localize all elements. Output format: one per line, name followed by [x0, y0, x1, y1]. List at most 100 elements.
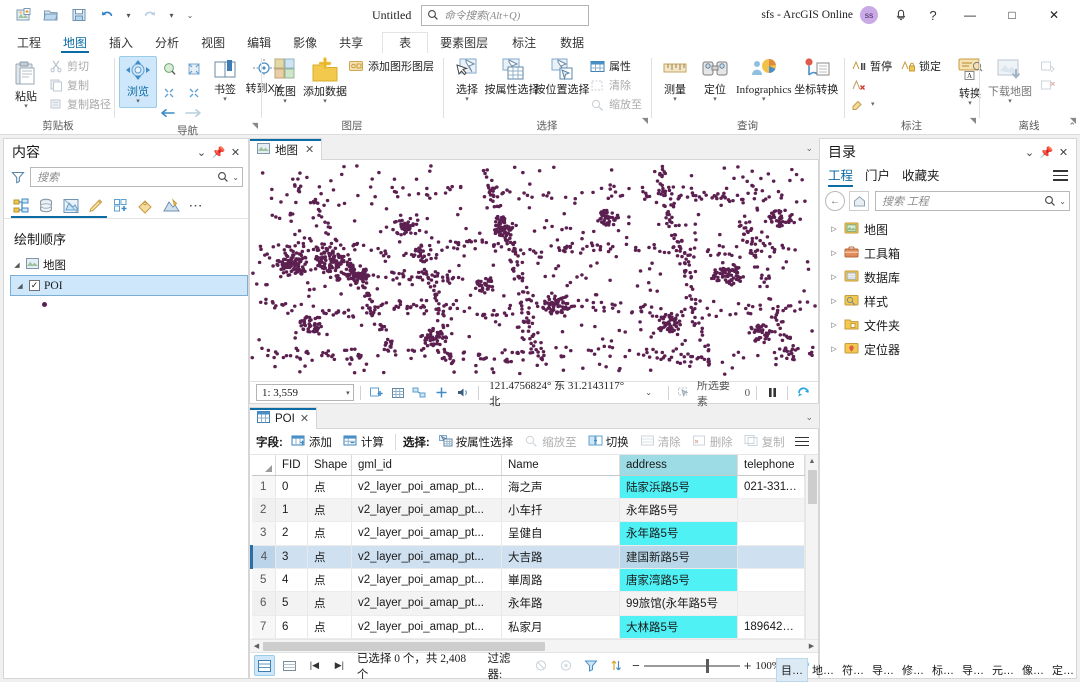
redo-dropdown-icon[interactable]: ▾: [165, 3, 178, 27]
expander-icon[interactable]: ▷: [829, 249, 839, 257]
cell-fid[interactable]: 2: [275, 521, 308, 546]
open-project-button[interactable]: [38, 3, 64, 27]
cell-address[interactable]: 大林路5号: [619, 615, 738, 639]
table-row[interactable]: 4 3 点 v2_layer_poi_amap_pt... 大吉路 建国新路5号: [250, 545, 805, 569]
bookmarks-dropdown-icon[interactable]: ▾: [223, 96, 227, 103]
catalog-home-icon[interactable]: [849, 191, 869, 211]
map-canvas[interactable]: [250, 160, 818, 381]
ribbon-tab-feature-layer[interactable]: 要素图层: [428, 32, 500, 53]
navigate-dialog-launcher-icon[interactable]: ◥: [252, 121, 258, 130]
clear-selection-button[interactable]: 清除: [588, 76, 646, 94]
cell-fid[interactable]: 4: [275, 568, 308, 593]
collapsed-pane-tab[interactable]: 像…: [1018, 659, 1048, 681]
table-row[interactable]: 1 0 点 v2_layer_poi_amap_pt... 海之声 陆家浜路5号 021-3…: [251, 475, 805, 499]
contents-menu-icon[interactable]: ⌄: [193, 142, 210, 162]
scroll-thumb[interactable]: [807, 470, 817, 504]
expander-icon[interactable]: ▷: [829, 321, 839, 329]
row-number[interactable]: 4: [250, 545, 276, 569]
cell-fid[interactable]: 1: [275, 498, 308, 523]
maximize-button[interactable]: □: [992, 0, 1032, 30]
account-label[interactable]: sfs - ArcGIS Online: [761, 9, 853, 21]
cell-telephone[interactable]: 021-33110008: [737, 475, 805, 499]
ribbon-tab-share[interactable]: 共享: [328, 32, 374, 53]
sort-button[interactable]: [605, 655, 626, 676]
pause-labeling-button[interactable]: 暂停: [849, 57, 896, 75]
ribbon-tab-imagery[interactable]: 影像: [282, 32, 328, 53]
zoom-in-button[interactable]: +: [744, 658, 752, 673]
list-by-editing-icon[interactable]: [85, 195, 107, 217]
column-header-address[interactable]: address: [619, 455, 738, 476]
catalog-menu-hamburger-icon[interactable]: [1050, 167, 1070, 185]
explore-tool-button[interactable]: 浏览 ▾: [119, 56, 157, 108]
table-row[interactable]: 2 1 点 v2_layer_poi_amap_pt... 小车扦 永年路5号: [251, 498, 805, 523]
cell-name[interactable]: 永年路: [501, 591, 620, 616]
cell-fid[interactable]: 3: [275, 545, 308, 569]
labeling-dialog-launcher-icon[interactable]: ◥: [970, 116, 976, 125]
catalog-pin-icon[interactable]: 📌: [1038, 142, 1055, 162]
list-by-snapping-icon[interactable]: [110, 195, 132, 217]
table-row[interactable]: 6 5 点 v2_layer_poi_amap_pt... 永年路 99旅馆(永年路5号: [251, 591, 805, 616]
column-header-name[interactable]: Name: [501, 455, 620, 476]
next-record-button[interactable]: ▶|: [329, 655, 350, 676]
ribbon-tab-project[interactable]: 工程: [6, 32, 52, 53]
column-header-fid[interactable]: FID: [275, 455, 308, 476]
contents-search-input[interactable]: 搜索 ⌄: [30, 167, 243, 187]
zoom-out-button[interactable]: −: [632, 658, 640, 673]
create-bookmark-icon[interactable]: [367, 384, 385, 402]
list-by-draw-order-icon[interactable]: [10, 195, 32, 217]
locate-button[interactable]: 定位 ▾: [696, 56, 734, 104]
layer-visibility-checkbox[interactable]: ✓: [29, 280, 40, 291]
column-header-telephone[interactable]: telephone: [737, 455, 805, 476]
attributes-button[interactable]: 属性: [588, 57, 646, 75]
select-by-attributes-table-button[interactable]: 按属性选择: [434, 432, 518, 452]
row-number[interactable]: 3: [251, 521, 276, 546]
minimize-button[interactable]: —: [950, 0, 990, 30]
add-point-icon[interactable]: [432, 384, 450, 402]
coordinate-format-dropdown-icon[interactable]: ⌄: [645, 388, 652, 397]
cell-telephone[interactable]: [737, 521, 805, 546]
list-by-selection-icon[interactable]: [60, 195, 82, 217]
row-number[interactable]: 2: [251, 498, 276, 523]
catalog-tab-portal[interactable]: 门户: [865, 165, 890, 186]
ribbon-tab-view[interactable]: 视图: [190, 32, 236, 53]
command-search-box[interactable]: 命令搜索(Alt+Q): [421, 4, 590, 26]
catalog-item-styles[interactable]: ▷ 样式: [820, 289, 1076, 313]
cell-shape[interactable]: 点: [307, 615, 352, 639]
catalog-back-icon[interactable]: ←: [825, 191, 845, 211]
paste-dropdown-icon[interactable]: ▾: [24, 103, 28, 110]
calculate-field-button[interactable]: 计算: [339, 432, 388, 452]
collapsed-pane-tab[interactable]: 定…: [1048, 659, 1078, 681]
label-style-dropdown-icon[interactable]: ▾: [871, 100, 875, 108]
cell-fid[interactable]: 6: [275, 615, 308, 639]
cell-shape[interactable]: 点: [307, 521, 352, 546]
selected-records-filter-button[interactable]: [555, 655, 576, 676]
attribute-table-icon[interactable]: [389, 384, 407, 402]
list-by-labeling-icon[interactable]: [135, 195, 157, 217]
cell-gml-id[interactable]: v2_layer_poi_amap_pt...: [351, 591, 502, 616]
row-number[interactable]: 6: [251, 591, 276, 616]
catalog-item-toolboxes[interactable]: ▷ 工具箱: [820, 241, 1076, 265]
cell-name[interactable]: 大吉路: [501, 545, 620, 569]
basemap-button[interactable]: 底图 ▾: [266, 56, 304, 106]
bookmarks-button[interactable]: 书签 ▾: [206, 56, 244, 104]
catalog-tab-project[interactable]: 工程: [828, 165, 854, 187]
cell-address[interactable]: 建国新路5号: [619, 545, 738, 569]
row-number[interactable]: 5: [251, 568, 276, 593]
catalog-search-input[interactable]: 搜索 工程 ⌄: [875, 191, 1070, 211]
contents-pin-icon[interactable]: 📌: [210, 142, 227, 162]
expander-icon[interactable]: ▷: [829, 297, 839, 305]
catalog-item-databases[interactable]: ▷ 数据库: [820, 265, 1076, 289]
chevron-down-icon[interactable]: ▾: [346, 389, 350, 397]
table-vertical-scrollbar[interactable]: ▲: [805, 455, 818, 639]
collapsed-pane-tab[interactable]: 目…: [776, 658, 808, 682]
download-map-dropdown-icon[interactable]: ▾: [1008, 98, 1012, 105]
table-row[interactable]: 3 2 点 v2_layer_poi_amap_pt... 呈健自 永年路5号: [251, 521, 805, 546]
speaker-icon[interactable]: [454, 384, 472, 402]
paste-button[interactable]: 粘贴 ▾: [7, 56, 45, 111]
save-project-button[interactable]: [66, 3, 92, 27]
select-by-attributes-button[interactable]: 按属性选择: [485, 56, 540, 97]
cell-gml-id[interactable]: v2_layer_poi_amap_pt...: [351, 568, 502, 593]
cell-name[interactable]: 海之声: [501, 475, 620, 499]
ribbon-tab-insert[interactable]: 插入: [98, 32, 144, 53]
cell-gml-id[interactable]: v2_layer_poi_amap_pt...: [351, 545, 502, 569]
